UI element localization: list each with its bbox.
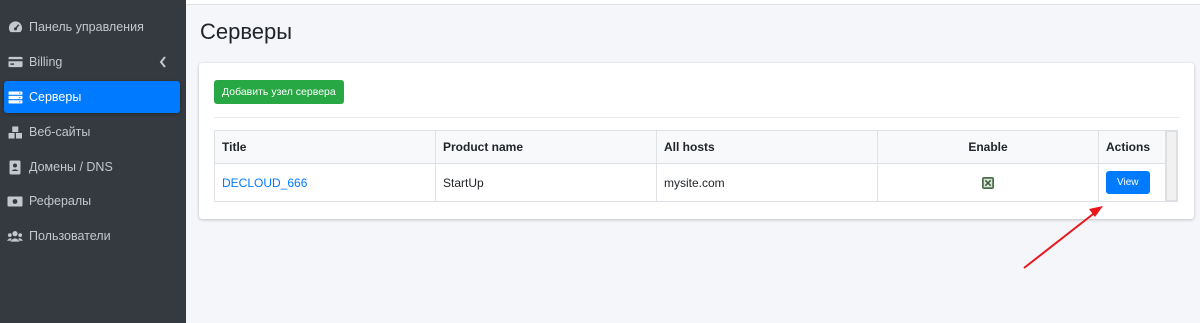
- sidebar-item-domains-dns[interactable]: Домены / DNS: [4, 151, 180, 183]
- top-navbar: [186, 0, 1200, 5]
- checked-box-icon[interactable]: [982, 177, 994, 190]
- sidebar-item-websites[interactable]: Веб-сайты: [4, 116, 180, 148]
- servers-table: Title Product name All hosts Enable Acti…: [214, 130, 1166, 202]
- server-title-link[interactable]: DECLOUD_666: [222, 176, 307, 190]
- add-server-node-button[interactable]: Добавить узел сервера: [214, 80, 344, 104]
- address-book-icon: [7, 159, 23, 175]
- chevron-left-icon[interactable]: [158, 55, 168, 69]
- credit-card-icon: [7, 54, 23, 70]
- annotation-arrow-icon: [1023, 206, 1103, 269]
- page-title: Серверы: [200, 19, 293, 44]
- column-header-enable[interactable]: Enable: [877, 130, 1099, 164]
- product-name-cell: StartUp: [435, 163, 657, 202]
- column-header-title[interactable]: Title: [214, 130, 436, 164]
- tachometer-icon: [7, 19, 23, 35]
- sidebar-item-label: Billing: [29, 55, 63, 69]
- view-button[interactable]: View: [1106, 171, 1150, 194]
- sidebar-item-label: Веб-сайты: [29, 125, 91, 139]
- sidebar-item-billing[interactable]: Billing: [4, 46, 180, 78]
- cubes-icon: [7, 124, 23, 140]
- sidebar-item-label: Домены / DNS: [29, 160, 113, 174]
- column-header-product-name[interactable]: Product name: [435, 130, 657, 164]
- column-header-all-hosts[interactable]: All hosts: [656, 130, 878, 164]
- sidebar: Панель управления Billing Серверы Веб-са…: [0, 0, 186, 323]
- server-icon: [7, 89, 23, 105]
- sidebar-item-dashboard[interactable]: Панель управления: [4, 11, 180, 43]
- divider: [214, 117, 1180, 118]
- sidebar-item-referrals[interactable]: Рефералы: [4, 185, 180, 217]
- money-bill-icon: [7, 193, 23, 209]
- sidebar-item-label: Серверы: [29, 90, 82, 104]
- sidebar-item-label: Рефералы: [29, 194, 92, 208]
- sidebar-item-users[interactable]: Пользователи: [4, 220, 180, 252]
- column-header-actions: Actions: [1098, 130, 1166, 164]
- sidebar-item-label: Панель управления: [29, 20, 144, 34]
- table-scrollbar[interactable]: [1165, 130, 1178, 202]
- sidebar-item-label: Пользователи: [29, 229, 111, 243]
- users-icon: [7, 228, 23, 244]
- table-header-row: Title Product name All hosts Enable Acti…: [214, 130, 1166, 164]
- all-hosts-cell: mysite.com: [656, 163, 878, 202]
- sidebar-item-servers[interactable]: Серверы: [4, 81, 180, 113]
